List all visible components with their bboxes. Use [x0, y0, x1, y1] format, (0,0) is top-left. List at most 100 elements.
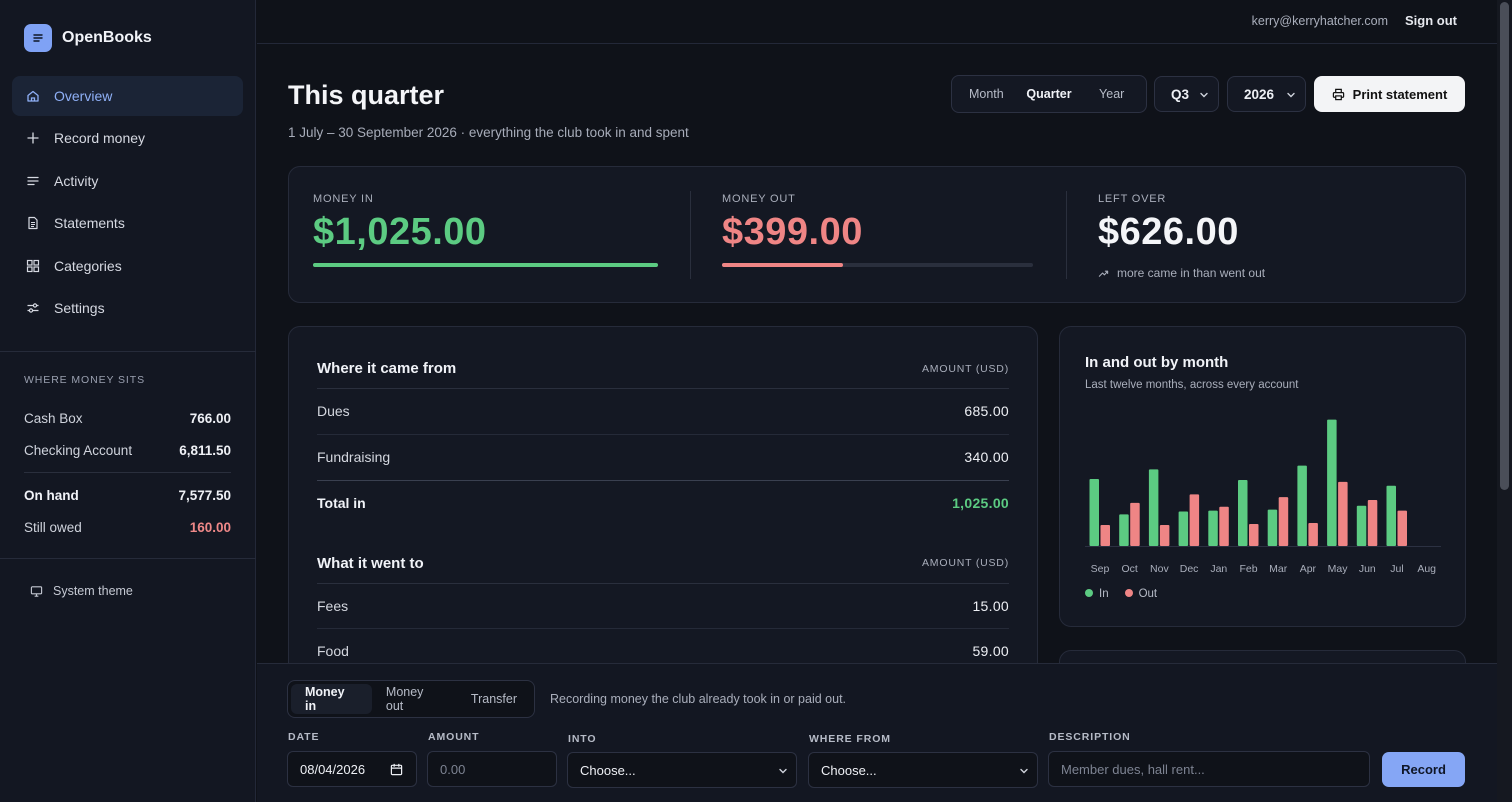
page-title: This quarter	[288, 80, 445, 110]
bar-in-mar[interactable]	[1267, 509, 1278, 546]
divider	[1066, 191, 1067, 279]
sidebar-item-label: Activity	[54, 172, 99, 189]
money-in-metric: MONEY IN $1,025.00	[313, 193, 658, 267]
legend-label: Out	[1138, 588, 1158, 600]
bar-in-feb[interactable]	[1238, 479, 1248, 546]
period-quarter-button[interactable]: Quarter	[1018, 79, 1081, 109]
brand[interactable]: OpenBooks	[24, 24, 152, 52]
row-amount: 685.00	[964, 403, 1009, 420]
theme-toggle[interactable]: System theme	[30, 584, 133, 598]
expenses-title: What it went to	[317, 554, 424, 572]
table-row[interactable]: Dues 685.00	[317, 389, 1009, 435]
bar-in-apr[interactable]	[1297, 465, 1307, 546]
tab-transfer[interactable]: Transfer	[457, 684, 531, 714]
bar-in-dec[interactable]	[1178, 511, 1189, 546]
scrollbar-thumb[interactable]	[1500, 2, 1509, 490]
account-row[interactable]: Cash Box 766.00	[24, 402, 231, 434]
table-row[interactable]: Fundraising 340.00	[317, 435, 1009, 481]
legend-item-out: Out	[1124, 588, 1158, 600]
bar-out-mar[interactable]	[1278, 497, 1289, 546]
period-month-button[interactable]: Month	[955, 79, 1018, 109]
table-row[interactable]: Fees 15.00	[317, 584, 1009, 629]
sidebar-item-statements[interactable]: Statements	[12, 203, 243, 243]
x-tick-label: Nov	[1150, 563, 1169, 575]
on-hand-row: On hand 7,577.50	[24, 479, 231, 511]
sidebar: OpenBooks Overview Record money Activity…	[0, 0, 256, 802]
bar-in-sep[interactable]	[1089, 479, 1100, 546]
bar-in-nov[interactable]	[1148, 469, 1159, 546]
bar-out-may[interactable]	[1338, 481, 1348, 546]
printer-icon	[1332, 88, 1344, 100]
bar-out-oct[interactable]	[1130, 502, 1140, 546]
bar-in-jun[interactable]	[1356, 505, 1367, 546]
money-in-bar	[313, 263, 658, 267]
row-amount: 15.00	[972, 597, 1009, 614]
money-out-metric: MONEY OUT $399.00	[722, 193, 1033, 267]
bar-out-nov[interactable]	[1159, 524, 1170, 546]
plus-icon	[27, 132, 39, 145]
bar-in-jan[interactable]	[1208, 510, 1218, 546]
bar-out-sep[interactable]	[1100, 524, 1111, 546]
x-tick-label: Jan	[1210, 563, 1227, 575]
amount-column-header: AMOUNT (USD)	[922, 362, 1009, 375]
date-field[interactable]: 08/04/2026	[287, 751, 417, 787]
book-icon	[24, 24, 52, 52]
legend-swatch	[1085, 589, 1093, 597]
into-select[interactable]: Choose...	[567, 752, 797, 788]
money-in-value: $1,025.00	[313, 211, 487, 253]
tab-money-out[interactable]: Money out	[372, 684, 457, 714]
amount-column-header: AMOUNT (USD)	[922, 557, 1009, 569]
quarter-select[interactable]: Q3	[1154, 76, 1219, 112]
record-button[interactable]: Record	[1382, 752, 1465, 787]
sidebar-item-overview[interactable]: Overview	[12, 76, 243, 116]
bar-out-jun[interactable]	[1367, 500, 1378, 546]
calendar-icon[interactable]	[390, 763, 403, 776]
still-owed-row: Still owed 160.00	[24, 511, 231, 543]
where-from-value: Choose...	[821, 762, 877, 778]
bar-in-may[interactable]	[1327, 419, 1337, 546]
description-input[interactable]: Member dues, hall rent...	[1048, 751, 1370, 787]
where-from-select[interactable]: Choose...	[808, 752, 1038, 788]
sidebar-item-label: Record money	[54, 130, 146, 147]
money-in-bar-fill	[313, 263, 658, 267]
money-out-bar	[722, 263, 1033, 267]
bar-out-jan[interactable]	[1219, 506, 1229, 546]
year-select[interactable]: 2026	[1227, 76, 1306, 112]
bar-in-oct[interactable]	[1119, 514, 1129, 546]
sidebar-item-categories[interactable]: Categories	[12, 246, 243, 286]
period-year-button[interactable]: Year	[1080, 79, 1143, 109]
left-over-note-text: more came in than went out	[1117, 266, 1266, 280]
theme-label: System theme	[53, 584, 133, 598]
bar-out-feb[interactable]	[1249, 523, 1259, 546]
row-amount: 59.00	[972, 643, 1009, 660]
divider	[0, 351, 256, 352]
date-value: 08/04/2026	[300, 761, 366, 777]
bar-chart: Sep Oct Nov Dec Jan Feb Mar Apr May Jun Jul Aug	[1085, 419, 1441, 575]
into-label: INTO	[568, 733, 597, 745]
left-over-note: more came in than went out	[1098, 266, 1428, 280]
print-label: Print statement	[1352, 86, 1448, 102]
sidebar-item-activity[interactable]: Activity	[12, 161, 243, 201]
x-tick-label: Aug	[1417, 563, 1436, 575]
date-label: DATE	[288, 731, 320, 743]
bar-in-jul[interactable]	[1386, 485, 1397, 546]
bar-out-dec[interactable]	[1189, 494, 1200, 546]
sign-out-link[interactable]: Sign out	[1405, 13, 1457, 28]
quarter-value: Q3	[1171, 86, 1190, 102]
sidebar-item-settings[interactable]: Settings	[12, 288, 243, 328]
lines-icon	[27, 176, 39, 185]
bar-out-jul[interactable]	[1397, 510, 1408, 546]
home-icon	[27, 90, 39, 102]
bar-out-apr[interactable]	[1308, 523, 1318, 546]
amount-input[interactable]: 0.00	[427, 751, 557, 787]
divider	[0, 558, 256, 559]
account-name: Checking Account	[24, 442, 133, 458]
summary-card: MONEY IN $1,025.00 MONEY OUT $399.00 LEF…	[288, 166, 1466, 303]
account-row[interactable]: Checking Account 6,811.50	[24, 434, 231, 466]
tab-money-in[interactable]: Money in	[291, 684, 372, 714]
chart-legend: In Out	[1085, 588, 1157, 600]
sidebar-item-record-money[interactable]: Record money	[12, 118, 243, 158]
row-label: Fundraising	[317, 449, 391, 466]
print-statement-button[interactable]: Print statement	[1314, 76, 1465, 112]
left-over-value: $626.00	[1098, 211, 1239, 253]
